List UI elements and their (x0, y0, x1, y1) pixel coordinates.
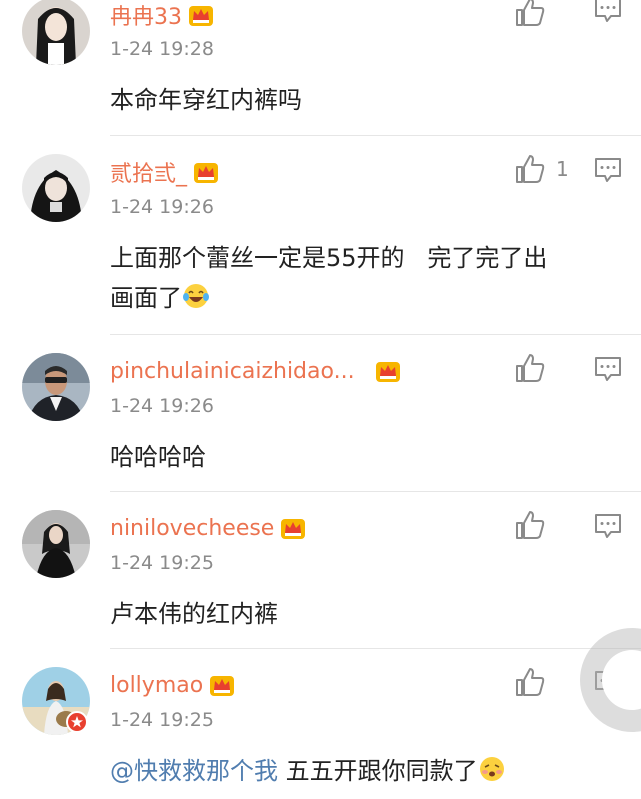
vip-crown-icon (189, 6, 213, 26)
vip-crown-icon (375, 362, 400, 382)
laughing-tears-emoji (183, 284, 209, 308)
comment-text-fragment: 画面了 (110, 284, 182, 312)
comment-item: ninilovecheese 1-24 19:25 卢本伟的红内裤 (0, 492, 641, 649)
comment-text-line: 画面了 (110, 278, 630, 318)
comment-text: 哈哈哈哈 (110, 443, 206, 471)
username-row: 贰拾弎_ (110, 155, 219, 189)
vip-crown-icon (194, 163, 219, 183)
comment-item: 冉冉33 1-24 19:28 本命年穿红内裤吗 (0, 0, 641, 136)
username-row: pinchulainicaizhidao... (110, 354, 401, 388)
username-row: lollymao (110, 668, 235, 702)
comment-bubble-icon[interactable] (593, 512, 623, 540)
comment-time: 1-24 19:25 (110, 709, 214, 731)
vip-crown-icon (210, 676, 235, 696)
username[interactable]: 冉冉33 (110, 0, 182, 31)
mention-link[interactable]: @快救救那个我 (110, 757, 278, 785)
comment-bubble-icon[interactable] (593, 156, 623, 184)
username-row: 冉冉33 (110, 0, 214, 32)
verified-badge-icon (66, 711, 88, 733)
username[interactable]: lollymao (110, 673, 203, 698)
thumbs-up-icon[interactable] (514, 667, 546, 697)
comment-text: @快救救那个我 五五开跟你同款了 (110, 751, 630, 791)
username[interactable]: ninilovecheese (110, 516, 274, 541)
floating-button-core (602, 650, 641, 710)
avatar[interactable] (22, 510, 90, 578)
username-row: ninilovecheese (110, 511, 306, 545)
comment-feed: 冉冉33 1-24 19:28 本命年穿红内裤吗 贰拾弎_ 1-24 19:26… (0, 0, 641, 799)
avatar[interactable] (22, 667, 90, 735)
comment-text-fragment: 五五开跟你同款了 (278, 757, 478, 785)
thumbs-up-icon[interactable] (514, 154, 546, 184)
thumbs-up-icon[interactable] (514, 353, 546, 383)
comment-text: 本命年穿红内裤吗 (110, 86, 302, 114)
username[interactable]: 贰拾弎_ (110, 156, 187, 188)
comment-bubble-icon[interactable] (593, 355, 623, 383)
comment-item: lollymao 1-24 19:25 @快救救那个我 五五开跟你同款了 (0, 649, 641, 799)
comment-text-line: 上面那个蕾丝一定是55开的 完了完了出 (110, 244, 548, 272)
username[interactable]: pinchulainicaizhidao... (110, 359, 355, 384)
comment-time: 1-24 19:25 (110, 552, 214, 574)
comment-bubble-icon[interactable] (593, 0, 623, 24)
vip-crown-icon (281, 519, 306, 539)
comment-text: 卢本伟的红内裤 (110, 600, 278, 628)
avatar[interactable] (22, 154, 90, 222)
shy-face-emoji (479, 757, 504, 781)
comment-text: 上面那个蕾丝一定是55开的 完了完了出 画面了 (110, 238, 630, 318)
comment-time: 1-24 19:26 (110, 196, 214, 218)
comment-item: pinchulainicaizhidao... 1-24 19:26 哈哈哈哈 (0, 335, 641, 492)
comment-time: 1-24 19:26 (110, 395, 214, 417)
comment-item: 贰拾弎_ 1-24 19:26 上面那个蕾丝一定是55开的 完了完了出 画面了 (0, 136, 641, 335)
comment-time: 1-24 19:28 (110, 38, 214, 60)
like-count: 1 (556, 157, 569, 181)
thumbs-up-icon[interactable] (514, 0, 546, 27)
thumbs-up-icon[interactable] (514, 510, 546, 540)
avatar[interactable] (22, 0, 90, 65)
avatar[interactable] (22, 353, 90, 421)
